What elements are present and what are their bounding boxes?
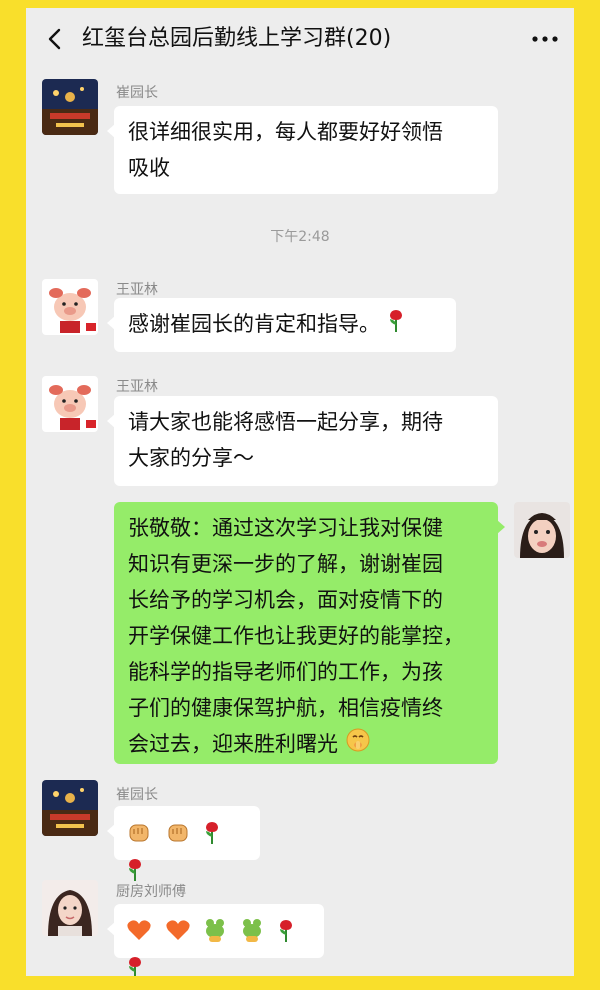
more-dots-icon[interactable] <box>530 26 560 52</box>
message-text: 会过去，迎来胜利曙光 <box>128 732 338 756</box>
message-bubble[interactable]: 请大家也能将感悟一起分享，期待 大家的分享～ <box>107 396 498 486</box>
message-line: 吸收 <box>128 156 170 180</box>
avatar[interactable] <box>42 376 98 432</box>
message-bubble[interactable] <box>107 904 324 976</box>
frog-icon <box>203 917 227 954</box>
sender-name: 崔园长 <box>116 85 158 101</box>
message-line: 长给予的学习机会，面对疫情下的 <box>128 588 443 612</box>
avatar[interactable] <box>42 279 98 335</box>
message-line: 很详细很实用，每人都要好好领悟 <box>128 120 443 144</box>
heart-icon <box>126 917 152 953</box>
message-line: 子们的健康保驾护航，相信疫情终 <box>128 696 443 720</box>
message-text: 感谢崔园长的肯定和指导。 <box>128 312 380 336</box>
message-line: 开学保健工作也让我更好的能掌控， <box>128 624 464 648</box>
avatar[interactable] <box>42 880 98 936</box>
sender-name: 王亚林 <box>116 282 158 298</box>
avatar[interactable] <box>514 502 570 558</box>
fist-icon <box>126 819 152 856</box>
message-bubble[interactable]: 很详细很实用，每人都要好好领悟 吸收 <box>107 106 498 194</box>
sender-name: 王亚林 <box>116 379 158 395</box>
avatar[interactable] <box>42 79 98 135</box>
message-line: 请大家也能将感悟一起分享，期待 <box>128 410 443 434</box>
avatar[interactable] <box>42 780 98 836</box>
shushing-face-icon <box>345 727 371 764</box>
chat-window: 红玺台总园后勤线上学习群(20) 崔园长 很详细很实用，每人都要好好领悟 吸收 … <box>26 8 574 976</box>
chat-header: 红玺台总园后勤线上学习群(20) <box>26 8 574 70</box>
message-line: 知识有更深一步的了解，谢谢崔园 <box>128 552 443 576</box>
sender-name: 崔园长 <box>116 787 158 803</box>
chat-title: 红玺台总园后勤线上学习群(20) <box>82 26 392 51</box>
message-bubble[interactable]: 感谢崔园长的肯定和指导。 <box>107 298 456 352</box>
message-line: 会过去，迎来胜利曙光 <box>128 726 484 764</box>
fist-icon <box>165 819 191 856</box>
timestamp: 下午2:48 <box>270 229 330 245</box>
message-line: 能科学的指导老师们的工作，为孩 <box>128 660 443 684</box>
rose-icon <box>203 819 221 856</box>
sender-name: 厨房刘师傅 <box>116 884 186 900</box>
message-bubble[interactable]: 张敬敬：通过这次学习让我对保健 知识有更深一步的了解，谢谢崔园 长给予的学习机会… <box>114 502 505 764</box>
heart-icon <box>165 917 191 953</box>
rose-icon <box>387 307 405 344</box>
message-line: 大家的分享～ <box>128 446 254 470</box>
rose-icon <box>277 917 295 954</box>
message-bubble[interactable] <box>107 806 260 881</box>
chevron-left-icon[interactable] <box>42 26 68 52</box>
frog-icon <box>240 917 264 954</box>
rose-icon <box>126 954 144 976</box>
message-line: 张敬敬：通过这次学习让我对保健 <box>128 516 443 540</box>
